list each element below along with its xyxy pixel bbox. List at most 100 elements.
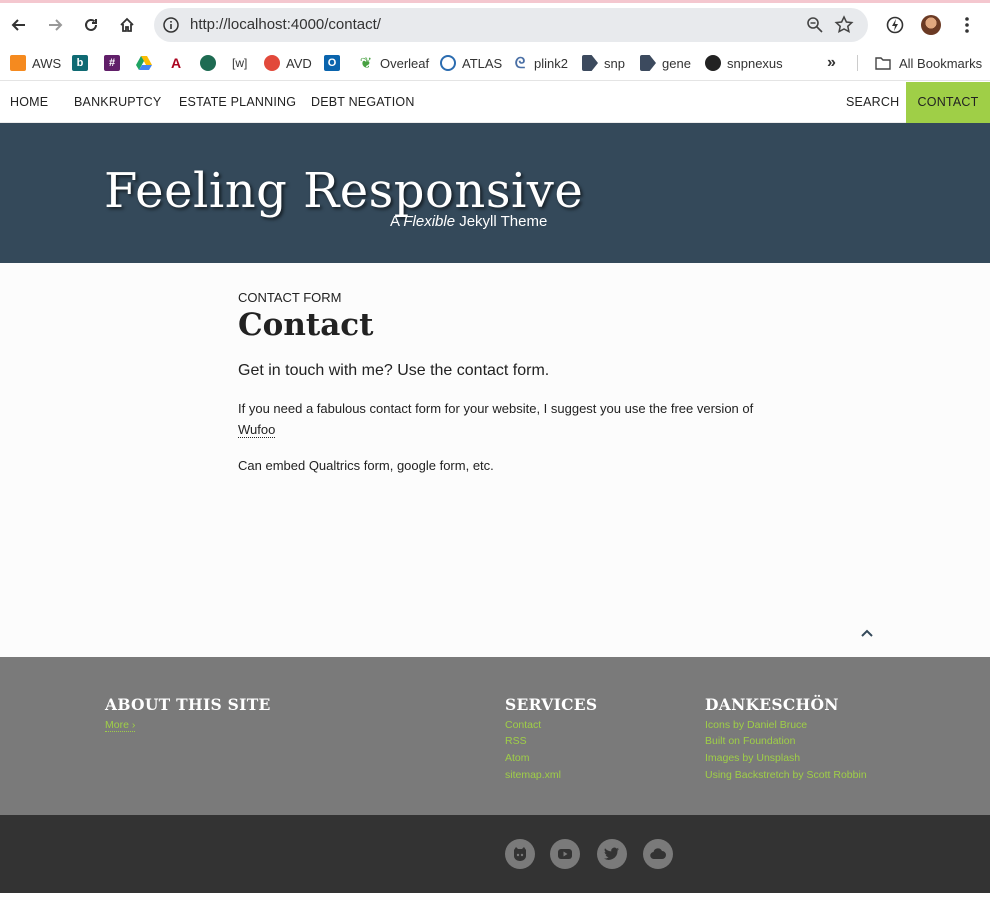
url-text[interactable]: http://localhost:4000/contact/ (190, 16, 381, 33)
footer-services-title: SERVICES (505, 695, 598, 714)
bookmark-gene[interactable]: gene (640, 53, 691, 73)
snp-icon (582, 55, 598, 71)
menu-button[interactable] (955, 13, 979, 37)
footer-link-foundation[interactable]: Built on Foundation (705, 735, 795, 747)
extensions-button[interactable] (883, 13, 907, 37)
twitter-icon (604, 847, 619, 860)
nav-estate-planning[interactable]: ESTATE PLANNING (179, 82, 296, 123)
footer-dankeschon-title: DANKESCHÖN (705, 695, 839, 714)
bookmark-wiki[interactable]: [w] (232, 53, 247, 73)
arrow-right-icon (49, 19, 63, 31)
footer: ABOUT THIS SITE More › SERVICES Contact … (0, 657, 990, 815)
bookmark-overleaf[interactable]: ❦ Overleaf (358, 53, 429, 73)
youtube-icon (558, 849, 572, 859)
aws-icon (10, 55, 26, 71)
bookmark-outlook[interactable]: O (324, 53, 346, 73)
footer-link-contact[interactable]: Contact (505, 719, 541, 731)
reload-icon (85, 18, 97, 31)
avatar (921, 15, 941, 35)
footer-link-rss[interactable]: RSS (505, 735, 527, 747)
footer-link-backstretch[interactable]: Using Backstretch by Scott Robbin (705, 769, 867, 781)
browser-toolbar: http://localhost:4000/contact/ (0, 3, 990, 45)
avd-icon (264, 55, 280, 71)
home-button[interactable] (114, 12, 140, 38)
outlook-icon: O (324, 55, 340, 71)
info-icon[interactable] (162, 16, 180, 34)
folder-icon (875, 57, 891, 70)
site-tagline: A Flexible Jekyll Theme (390, 213, 547, 230)
subfooter (0, 815, 990, 893)
bookmark-label: AVD (286, 55, 312, 71)
reload-button[interactable] (78, 12, 104, 38)
nav-home[interactable]: HOME (10, 82, 48, 123)
bookmark-starbucks[interactable] (200, 53, 222, 73)
bookmark-avd[interactable]: AVD (264, 53, 312, 73)
plink-icon: ᘓ (512, 55, 528, 72)
star-icon[interactable] (834, 15, 854, 35)
forward-button[interactable] (42, 12, 68, 38)
bookmark-label: ATLAS (462, 55, 503, 71)
chevron-up-icon[interactable] (858, 626, 876, 640)
atlas-icon (440, 55, 456, 71)
bookmarks-bar: AWS b # A [w] AVD O ❦ Overleaf ATLAS ᘓ p… (0, 45, 990, 81)
back-button[interactable] (6, 12, 32, 38)
page-lead: Get in touch with me? Use the contact fo… (238, 362, 550, 379)
wiki-icon: [w] (232, 56, 248, 70)
paragraph-embed: Can embed Qualtrics form, google form, e… (238, 458, 494, 473)
address-bar[interactable]: http://localhost:4000/contact/ (154, 8, 868, 42)
bookmark-snpnexus[interactable]: snpnexus (705, 53, 783, 73)
slack-icon: # (104, 55, 120, 71)
nav-contact[interactable]: CONTACT (906, 82, 990, 123)
zoom-icon[interactable] (806, 16, 824, 34)
bookmark-label: Overleaf (380, 55, 430, 71)
all-bookmarks-button[interactable]: All Bookmarks (875, 53, 982, 73)
bookmark-aws[interactable]: AWS (10, 53, 61, 73)
bookmark-label: gene (662, 55, 691, 71)
footer-more-link[interactable]: More › (105, 719, 136, 732)
snpnexus-icon (705, 55, 721, 71)
bookmark-plink2[interactable]: ᘓ plink2 (512, 53, 568, 73)
site-title[interactable]: Feeling Responsive (104, 163, 583, 219)
github-button[interactable] (505, 839, 535, 869)
b-icon: b (72, 55, 88, 71)
overleaf-icon: ❦ (358, 55, 374, 72)
paragraph-text: If you need a fabulous contact form for … (238, 401, 754, 416)
bookmark-label: AWS (32, 55, 62, 71)
tagline-emphasis: Flexible (403, 213, 456, 230)
youtube-button[interactable] (550, 839, 580, 869)
footer-link-unsplash[interactable]: Images by Unsplash (705, 752, 800, 764)
nav-debt-negation[interactable]: DEBT NEGATION (311, 82, 415, 123)
home-icon (120, 17, 134, 32)
starbucks-icon (200, 55, 216, 71)
arrow-left-icon (11, 19, 25, 31)
site-nav: HOME BANKRUPTCY ESTATE PLANNING DEBT NEG… (0, 82, 990, 123)
bookmark-b[interactable]: b (72, 53, 94, 73)
bookmark-separator (857, 55, 858, 71)
bookmark-arizona[interactable]: A (168, 53, 190, 73)
footer-link-icons[interactable]: Icons by Daniel Bruce (705, 719, 807, 731)
main-content: CONTACT FORM Contact Get in touch with m… (0, 263, 990, 657)
bookmark-label: snpnexus (727, 55, 783, 71)
twitter-button[interactable] (597, 839, 627, 869)
wufoo-link[interactable]: Wufoo (238, 422, 276, 438)
masthead: Feeling Responsive A Flexible Jekyll The… (0, 123, 990, 263)
bookmark-drive[interactable] (136, 53, 152, 73)
kebab-menu-icon (965, 17, 969, 33)
footer-about-title: ABOUT THIS SITE (105, 695, 271, 714)
profile-button[interactable] (919, 13, 943, 37)
tagline-part: Jekyll Theme (455, 213, 548, 230)
lightning-circle-icon (886, 16, 904, 34)
footer-link-sitemap[interactable]: sitemap.xml (505, 769, 561, 781)
bookmark-slack[interactable]: # (104, 53, 126, 73)
more-bookmarks-button[interactable]: » (827, 53, 836, 73)
page-title: Contact (238, 307, 374, 343)
bookmark-atlas[interactable]: ATLAS (440, 53, 502, 73)
bookmark-snp[interactable]: snp (582, 53, 625, 73)
cloud-button[interactable] (643, 839, 673, 869)
nav-bankruptcy[interactable]: BANKRUPTCY (74, 82, 161, 123)
nav-search[interactable]: SEARCH (846, 82, 899, 123)
bottom-strip (0, 893, 990, 897)
footer-link-atom[interactable]: Atom (505, 752, 530, 764)
double-chevron-icon: » (827, 54, 836, 71)
tagline-part: A (390, 213, 404, 230)
